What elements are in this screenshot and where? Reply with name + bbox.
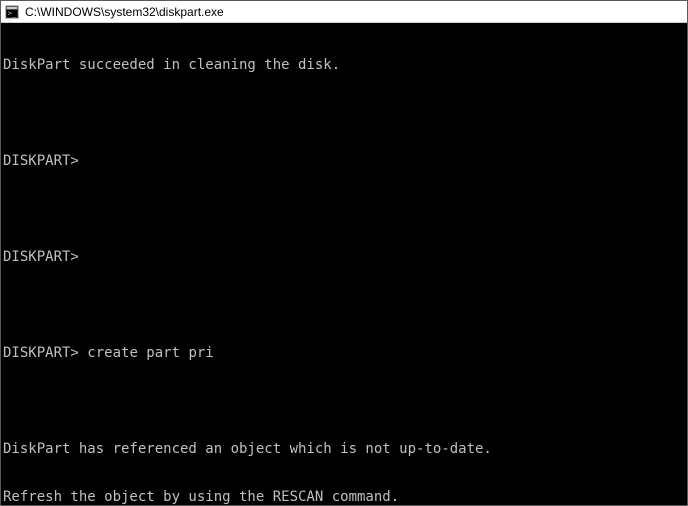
blank-line <box>3 201 685 217</box>
output-line: Refresh the object by using the RESCAN c… <box>3 489 685 505</box>
titlebar[interactable]: >_ C:\WINDOWS\system32\diskpart.exe <box>1 1 687 23</box>
output-line: DiskPart has referenced an object which … <box>3 441 685 457</box>
window-title: C:\WINDOWS\system32\diskpart.exe <box>25 5 224 19</box>
svg-text:>_: >_ <box>8 9 17 17</box>
command-text: create part pri <box>87 345 213 361</box>
prompt-line: DISKPART> <box>3 153 685 169</box>
console-output[interactable]: DiskPart succeeded in cleaning the disk.… <box>1 23 687 505</box>
blank-line <box>3 393 685 409</box>
prompt: DISKPART> <box>3 345 87 361</box>
prompt-line: DISKPART> <box>3 249 685 265</box>
prompt: DISKPART> <box>3 249 87 265</box>
window: >_ C:\WINDOWS\system32\diskpart.exe Disk… <box>0 0 688 506</box>
output-line: DiskPart succeeded in cleaning the disk. <box>3 57 685 73</box>
blank-line <box>3 297 685 313</box>
prompt: DISKPART> <box>3 153 87 169</box>
blank-line <box>3 105 685 121</box>
prompt-line: DISKPART> create part pri <box>3 345 685 361</box>
app-icon: >_ <box>5 5 19 19</box>
